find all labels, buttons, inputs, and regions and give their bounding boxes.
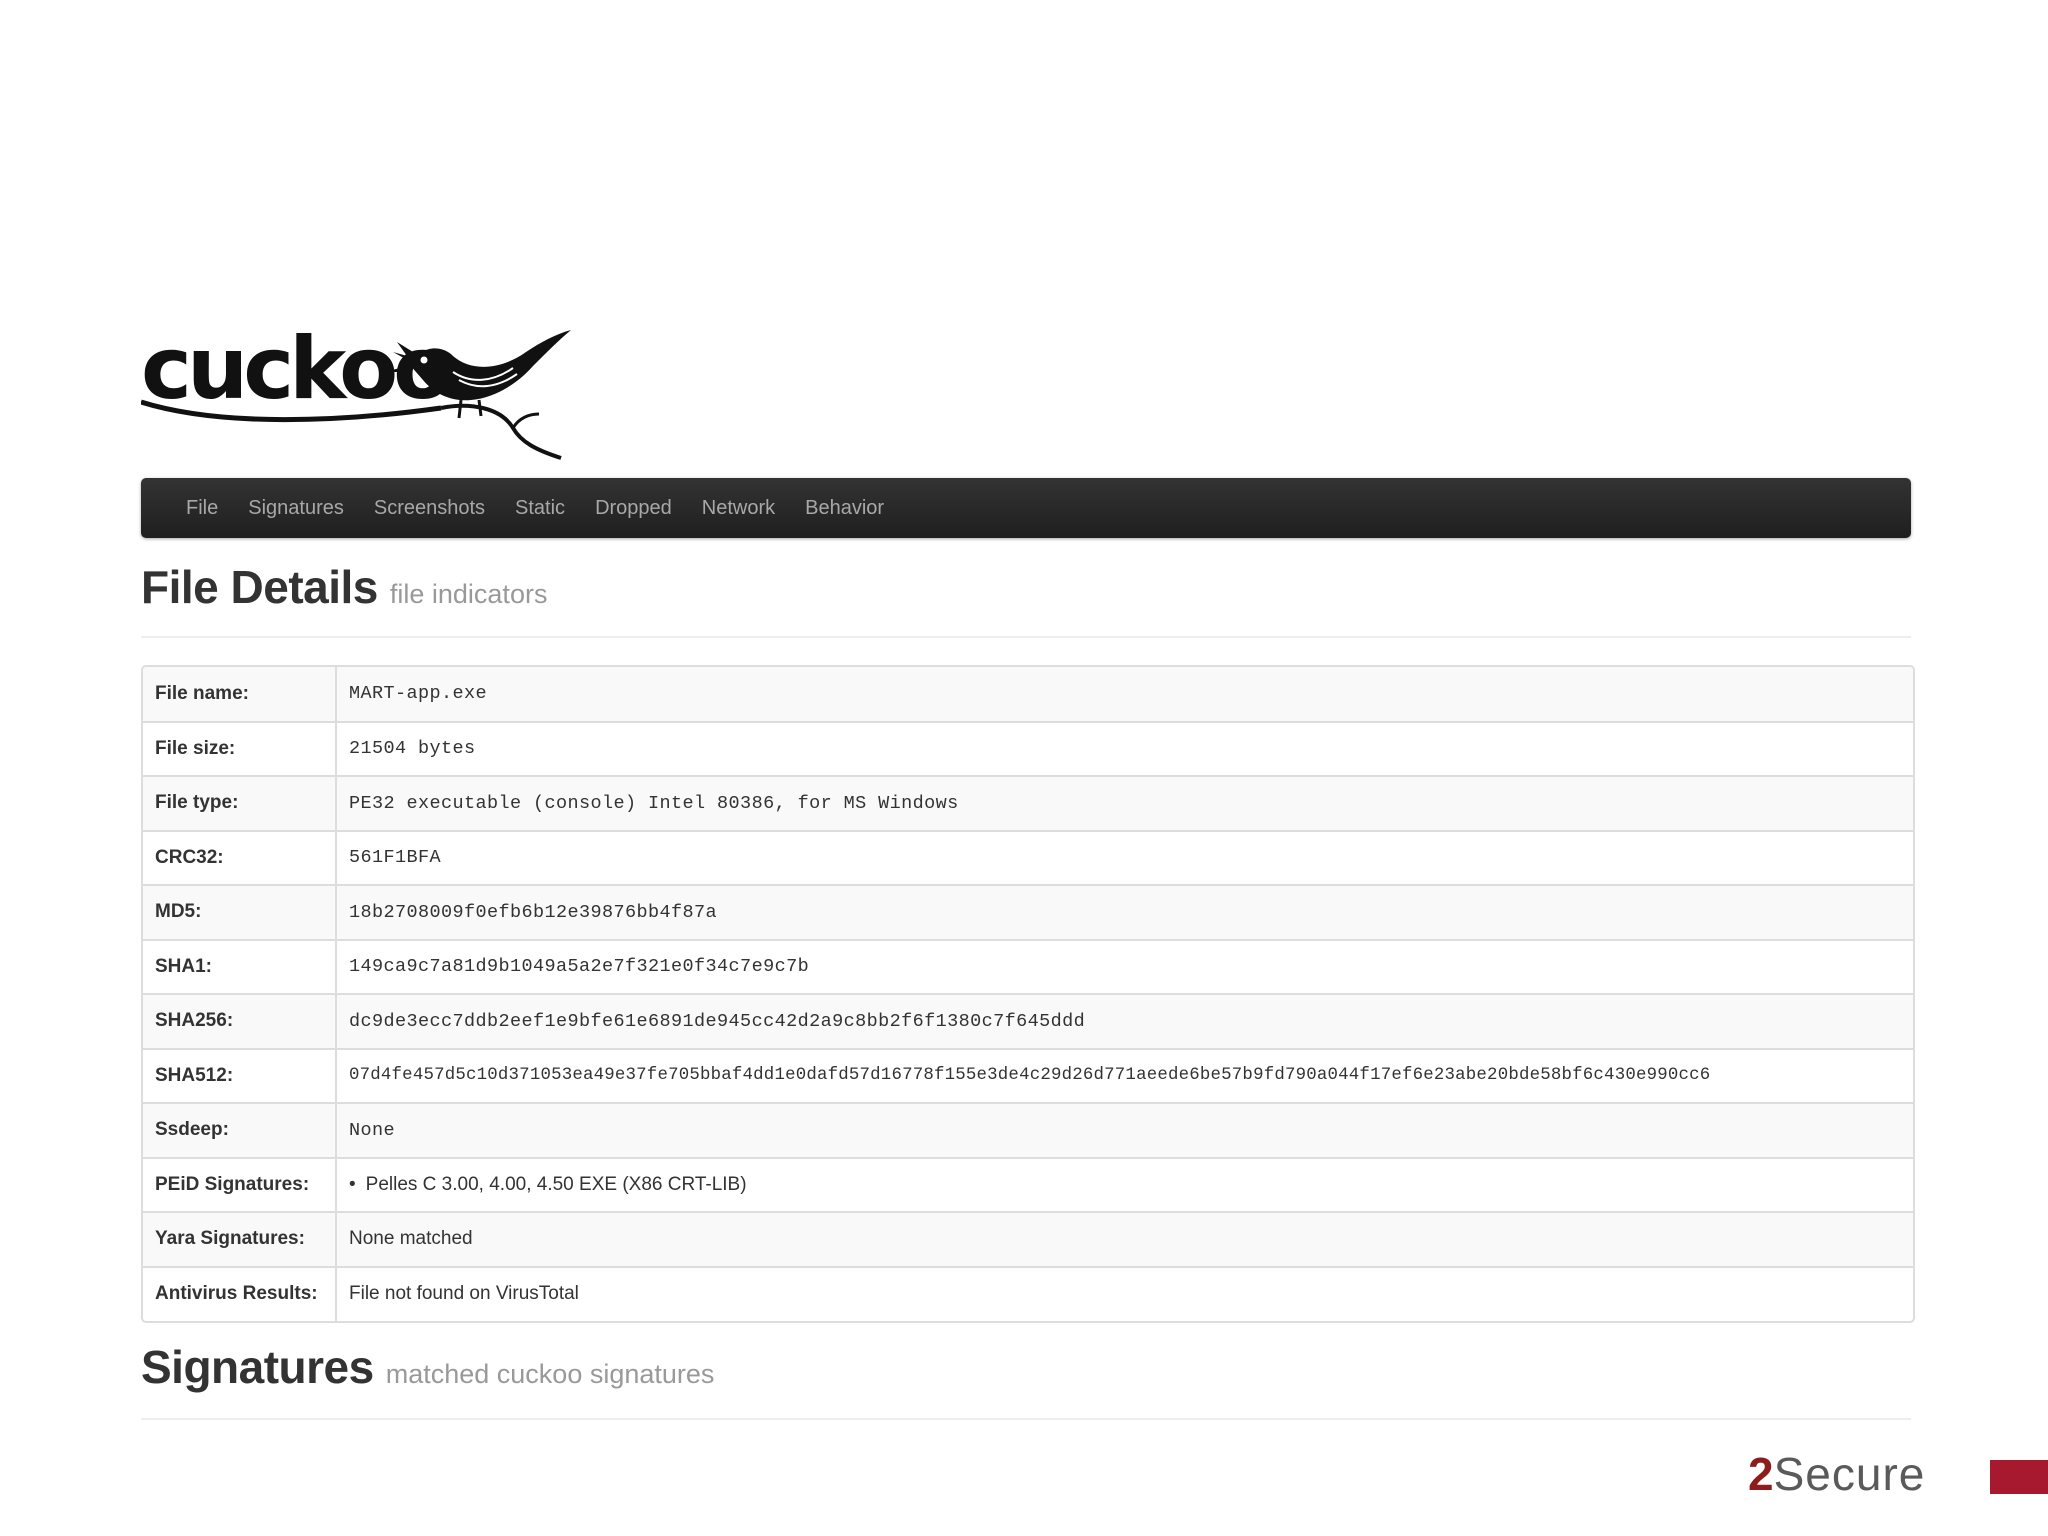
antivirus-results-value: File not found on VirusTotal [336, 1265, 1913, 1321]
brand-two: 2 [1748, 1448, 1774, 1500]
brand-word: Secure [1773, 1448, 1926, 1500]
nav-item-network[interactable]: Network [687, 497, 790, 520]
row-key: PEiD Signatures: [143, 1156, 337, 1212]
file-details-title: File Details [141, 561, 378, 613]
nav-item-dropped[interactable]: Dropped [580, 497, 687, 520]
file-name-value: MART-app.exe [349, 683, 488, 705]
file-size-value: 21504 bytes [336, 720, 1913, 776]
row-key: File type: [143, 775, 337, 831]
table-row: PEiD Signatures: • Pelles C 3.00, 4.00, 4… [143, 1156, 1913, 1212]
signatures-title: Signatures [141, 1341, 374, 1393]
row-key: File name: [143, 667, 337, 722]
row-key: Yara Signatures: [143, 1211, 337, 1267]
nav-item-behavior[interactable]: Behavior [790, 497, 899, 520]
row-key: Antivirus Results: [143, 1265, 337, 1321]
sha512-value: 07d4fe457d5c10d371053ea49e37fe705bbaf4dd… [336, 1047, 1913, 1103]
cuckoo-logo[interactable]: cuckoo [141, 322, 571, 464]
nav-item-file[interactable]: File [171, 497, 233, 520]
file-details-table: File name: MART-app.exe File size: 21504… [141, 665, 1915, 1323]
table-row: MD5: 18b2708009f0efb6b12e39876bb4f87a [143, 884, 1913, 940]
file-type-value: PE32 executable (console) Intel 80386, f… [336, 775, 1913, 831]
signatures-header: Signatures matched cuckoo signatures [141, 1340, 1911, 1420]
nav-item-static[interactable]: Static [500, 497, 580, 520]
table-row: SHA1: 149ca9c7a81d9b1049a5a2e7f321e0f34c… [143, 938, 1913, 994]
table-row: File size: 21504 bytes [143, 720, 1913, 776]
table-row: SHA256: dc9de3ecc7ddb2eef1e9bfe61e6891de… [143, 993, 1913, 1049]
table-row: File type: PE32 executable (console) Int… [143, 775, 1913, 831]
file-details-header: File Details file indicators [141, 560, 1911, 638]
crc32-value: 561F1BFA [336, 829, 1913, 885]
table-row: Ssdeep: None [143, 1102, 1913, 1158]
yara-signatures-value: None matched [336, 1211, 1913, 1267]
nav-item-signatures[interactable]: Signatures [233, 497, 359, 520]
peid-signature-item: Pelles C 3.00, 4.00, 4.50 EXE (X86 CRT-L… [365, 1173, 747, 1195]
cuckoo-bird-icon [141, 330, 571, 460]
bullet-icon: • [349, 1173, 356, 1195]
sha1-value: 149ca9c7a81d9b1049a5a2e7f321e0f34c7e9c7b [336, 938, 1913, 994]
table-row: File name: MART-app.exe [143, 667, 1913, 722]
row-key: Ssdeep: [143, 1102, 337, 1158]
brand-logo: 2 Secure [1748, 1448, 1926, 1500]
row-key: CRC32: [143, 829, 337, 885]
table-row: CRC32: 561F1BFA [143, 829, 1913, 885]
ssdeep-value: None [336, 1102, 1913, 1158]
page: cuckoo File Signatures Screenshots Stati… [0, 0, 2048, 1536]
md5-value: 18b2708009f0efb6b12e39876bb4f87a [336, 884, 1913, 940]
row-key: SHA256: [143, 993, 337, 1049]
table-row: Yara Signatures: None matched [143, 1211, 1913, 1267]
row-key: MD5: [143, 884, 337, 940]
row-key: SHA1: [143, 938, 337, 994]
brand-accent-block [1990, 1460, 2048, 1494]
signatures-subtitle: matched cuckoo signatures [385, 1359, 715, 1389]
navbar: File Signatures Screenshots Static Dropp… [141, 478, 1911, 538]
sha256-value: dc9de3ecc7ddb2eef1e9bfe61e6891de945cc42d… [336, 993, 1913, 1049]
file-details-subtitle: file indicators [389, 579, 548, 609]
row-key: SHA512: [143, 1047, 337, 1103]
nav-item-screenshots[interactable]: Screenshots [359, 497, 500, 520]
peid-signatures-value: • Pelles C 3.00, 4.00, 4.50 EXE (X86 CRT-… [336, 1156, 1913, 1212]
row-key: File size: [143, 720, 337, 776]
table-row: SHA512: 07d4fe457d5c10d371053ea49e37fe70… [143, 1047, 1913, 1103]
table-row: Antivirus Results: File not found on Vir… [143, 1265, 1913, 1321]
